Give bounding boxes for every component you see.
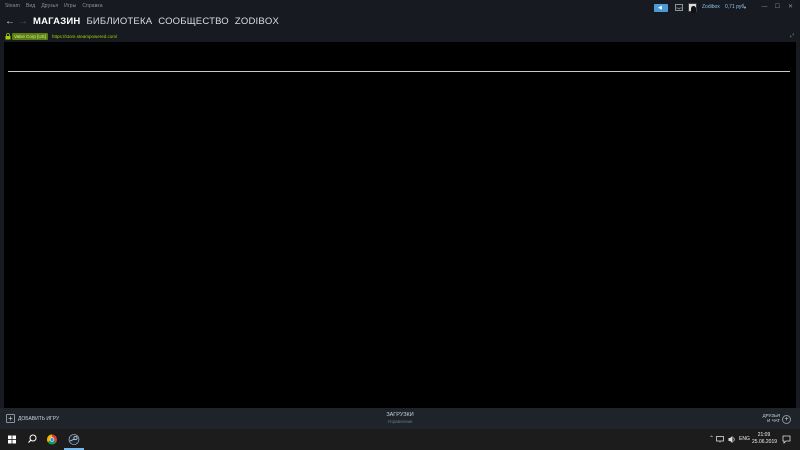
maximize-button[interactable]: ☐	[773, 3, 782, 12]
lock-icon	[5, 33, 11, 40]
menu-item-help[interactable]: Справка	[82, 3, 102, 9]
browser-content[interactable]	[4, 42, 796, 408]
notification-icon[interactable]	[782, 435, 791, 444]
url-bar: Valve Corp [US] https://store.steampower…	[0, 31, 800, 42]
windows-start-icon[interactable]	[2, 429, 22, 450]
chevron-down-icon[interactable]: ▼	[743, 5, 747, 10]
menu-item-steam[interactable]: Steam	[5, 3, 20, 9]
tab-store[interactable]: МАГАЗИН	[33, 16, 80, 28]
downloads-button[interactable]: ЗАГРУЗКИ Управление	[350, 411, 450, 425]
menu-item-friends[interactable]: Друзья	[41, 3, 58, 9]
nav-bar: ← → МАГАЗИН БИБЛИОТЕКА СООБЩЕСТВО ZODIBO…	[0, 14, 800, 31]
footer-bar: + ДОБАВИТЬ ИГРУ ЗАГРУЗКИ Управление ДРУЗ…	[0, 408, 800, 429]
inbox-icon[interactable]	[675, 4, 683, 11]
back-arrow-icon[interactable]: ←	[5, 17, 15, 27]
url-text[interactable]: https://store.steampowered.com/	[52, 33, 117, 40]
clock-time: 21:09	[757, 432, 771, 438]
add-game-button[interactable]: + ДОБАВИТЬ ИГРУ	[6, 414, 59, 423]
tab-profile[interactable]: ZODIBOX	[235, 16, 279, 28]
steam-window: Steam Вид Друзья Игры Справка ◀ Zodibox …	[0, 0, 800, 429]
close-button[interactable]: ✕	[786, 3, 795, 12]
expand-icon[interactable]: ⤢	[790, 33, 794, 40]
volume-icon[interactable]	[727, 429, 737, 450]
avatar[interactable]	[688, 3, 697, 13]
search-icon[interactable]	[22, 429, 42, 450]
menu-bar: Steam Вид Друзья Игры Справка ◀ Zodibox …	[0, 0, 800, 14]
minimize-button[interactable]: —	[760, 3, 769, 12]
add-friend-icon[interactable]: +	[782, 415, 791, 424]
nav-tabs: МАГАЗИН БИБЛИОТЕКА СООБЩЕСТВО ZODIBOX	[33, 16, 279, 28]
menu-item-games[interactable]: Игры	[64, 3, 76, 9]
clock-date: 25.06.2019	[752, 439, 778, 445]
user-name[interactable]: Zodibox	[702, 4, 720, 11]
clock[interactable]: 21:09 25.06.2019	[752, 432, 778, 446]
language-indicator[interactable]: ENG	[739, 436, 750, 443]
certificate-badge[interactable]: Valve Corp [US]	[12, 33, 48, 40]
tab-library[interactable]: БИБЛИОТЕКА	[86, 16, 152, 28]
chevron-up-icon[interactable]: ⌃	[709, 436, 714, 443]
downloads-subtitle: Управление	[387, 419, 413, 424]
plus-icon: +	[6, 414, 15, 423]
tab-community[interactable]: СООБЩЕСТВО	[158, 16, 229, 28]
menu-list: Steam Вид Друзья Игры Справка	[5, 3, 103, 9]
steam-icon[interactable]	[64, 429, 84, 450]
friends-chat-button[interactable]: ДРУЗЬЯ И ЧАТ	[752, 413, 780, 423]
network-icon[interactable]	[715, 429, 725, 450]
divider	[8, 71, 790, 72]
menu-item-view[interactable]: Вид	[26, 3, 35, 9]
announcements-button[interactable]: ◀	[654, 4, 668, 12]
downloads-title: ЗАГРУЗКИ	[386, 412, 414, 418]
forward-arrow-icon[interactable]: →	[18, 17, 28, 27]
windows-taskbar: ⌃ ENG 21:09 25.06.2019	[0, 429, 800, 450]
chrome-icon[interactable]	[42, 429, 62, 450]
chat-label: И ЧАТ	[767, 418, 780, 423]
megaphone-icon: ◀	[658, 5, 662, 11]
add-game-label: ДОБАВИТЬ ИГРУ	[18, 415, 60, 422]
